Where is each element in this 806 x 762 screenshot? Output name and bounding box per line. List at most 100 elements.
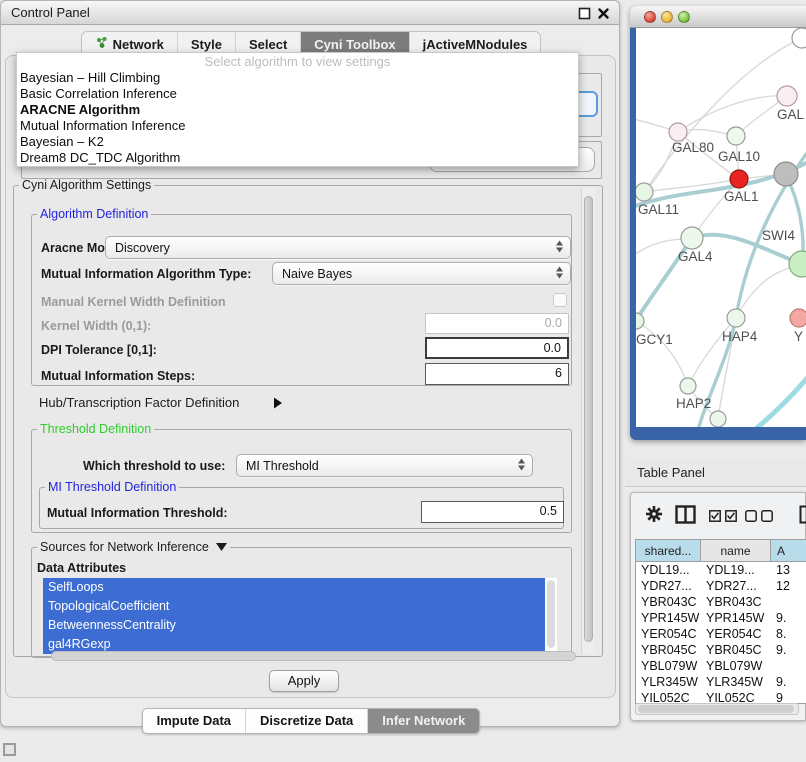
table-row[interactable]: YBR043CYBR043C xyxy=(636,594,806,610)
table-toolbar xyxy=(631,503,805,527)
node-salmon[interactable] xyxy=(790,309,806,327)
table-row[interactable]: YBR045CYBR045C9. xyxy=(636,642,806,658)
list-scrollbar-thumb[interactable] xyxy=(547,580,555,648)
combobox-stepper-icon xyxy=(555,265,564,282)
node-gal80[interactable] xyxy=(669,123,687,141)
table-row[interactable]: YDR27...YDR27...12 xyxy=(636,578,806,594)
table-row[interactable]: YDL19...YDL19...13 xyxy=(636,562,806,578)
algorithm-option[interactable]: Basic Correlation Inference xyxy=(17,86,578,102)
collapse-triangle-icon[interactable] xyxy=(216,540,227,554)
table-row[interactable]: YBL079WYBL079W xyxy=(636,658,806,674)
svg-text:GAL: GAL xyxy=(777,107,805,122)
combobox-stepper-icon xyxy=(555,239,564,256)
gear-icon[interactable] xyxy=(645,505,663,528)
float-window-icon[interactable] xyxy=(578,7,591,20)
table-horizontal-scrollbar[interactable] xyxy=(635,703,799,715)
threshold-definition-title: Threshold Definition xyxy=(37,422,154,436)
node-hap2[interactable] xyxy=(680,378,696,394)
node-gray[interactable] xyxy=(774,162,798,186)
aracne-mode-combobox[interactable]: Discovery xyxy=(105,236,571,259)
column-header-partial[interactable]: A xyxy=(771,540,806,561)
kernel-width-label: Kernel Width (0,1): xyxy=(41,319,151,333)
algorithm-dropdown-popup: Select algorithm to view settings Bayesi… xyxy=(16,52,579,167)
node-gcy1[interactable] xyxy=(636,313,644,329)
mi-algorithm-type-combobox[interactable]: Naive Bayes xyxy=(272,262,571,285)
algorithm-option[interactable]: Bayesian – K2 xyxy=(17,134,578,150)
algorithm-placeholder: Select algorithm to view settings xyxy=(17,53,578,70)
svg-text:GCY1: GCY1 xyxy=(636,332,673,347)
mac-zoom-button[interactable] xyxy=(678,11,690,23)
column-header-name[interactable]: name xyxy=(701,540,771,561)
tab-discretize-data[interactable]: Discretize Data xyxy=(245,709,367,733)
minimized-panel-icon[interactable] xyxy=(3,743,16,756)
network-canvas[interactable]: GAL GAL80 GAL10 GAL1 GAL11 GAL4 SWI4 HAP… xyxy=(636,28,806,427)
unchecked-pair-icon[interactable] xyxy=(745,509,773,527)
apply-button[interactable]: Apply xyxy=(269,670,339,692)
svg-text:HAP2: HAP2 xyxy=(676,396,711,411)
node-gal1[interactable] xyxy=(730,170,748,188)
table-body: YDL19...YDL19...13 YDR27...YDR27...12 YB… xyxy=(636,562,806,703)
mi-threshold-definition-title: MI Threshold Definition xyxy=(45,480,179,494)
tab-infer-network[interactable]: Infer Network xyxy=(367,709,479,733)
node-swi4[interactable] xyxy=(789,251,806,277)
checked-pair-icon[interactable] xyxy=(709,509,737,527)
algorithm-option[interactable]: Dream8 DC_TDC Algorithm xyxy=(17,150,578,166)
svg-text:GAL80: GAL80 xyxy=(672,140,714,155)
svg-text:GAL1: GAL1 xyxy=(724,189,759,204)
network-view-window: GAL GAL80 GAL10 GAL1 GAL11 GAL4 SWI4 HAP… xyxy=(630,6,806,440)
scrollbar-thumb[interactable] xyxy=(584,196,593,642)
attribute-item-selected[interactable]: SelfLoops xyxy=(43,578,545,597)
table-row[interactable]: YIL052CYIL052C9 xyxy=(636,690,806,703)
hub-expander-icon[interactable] xyxy=(273,396,282,414)
mutual-information-threshold-label: Mutual Information Threshold: xyxy=(47,506,228,520)
settings-group-title: Cyni Algorithm Settings xyxy=(19,178,154,192)
node-gal10[interactable] xyxy=(727,127,745,145)
network-graph: GAL GAL80 GAL10 GAL1 GAL11 GAL4 SWI4 HAP… xyxy=(636,28,806,427)
scrollbar-thumb[interactable] xyxy=(638,705,794,713)
node-gal[interactable] xyxy=(777,86,797,106)
node-table: shared... name A YDL19...YDL19...13 YDR2… xyxy=(635,539,806,704)
node[interactable] xyxy=(792,28,806,48)
cyni-bottom-tabbar: Impute Data Discretize Data Infer Networ… xyxy=(1,708,621,734)
node-gal11[interactable] xyxy=(636,183,653,201)
svg-text:SWI4: SWI4 xyxy=(762,228,795,243)
document-icon[interactable] xyxy=(799,505,806,529)
columns-icon[interactable] xyxy=(675,505,696,529)
network-tab-icon xyxy=(95,36,108,52)
attribute-item-selected[interactable]: BetweennessCentrality xyxy=(43,616,545,635)
network-edges-strong xyxy=(636,146,806,427)
manual-kernel-width-label: Manual Kernel Width Definition xyxy=(41,295,226,309)
svg-text:Y: Y xyxy=(794,329,803,344)
algorithm-option-selected[interactable]: ARACNE Algorithm xyxy=(17,102,578,118)
network-window-titlebar xyxy=(630,6,806,28)
mutual-information-threshold-field[interactable]: 0.5 xyxy=(421,501,564,523)
svg-text:HAP4: HAP4 xyxy=(722,329,758,344)
settings-horizontal-scrollbar[interactable] xyxy=(51,651,576,661)
close-icon[interactable] xyxy=(597,7,610,20)
attribute-item-selected[interactable]: TopologicalCoefficient xyxy=(43,597,545,616)
node[interactable] xyxy=(710,411,726,427)
control-panel-title: Control Panel xyxy=(11,5,90,20)
dpi-tolerance-field[interactable]: 0.0 xyxy=(425,337,569,359)
dpi-tolerance-label: DPI Tolerance [0,1]: xyxy=(41,343,157,357)
table-row[interactable]: YER054CYER054C8. xyxy=(636,626,806,642)
mi-steps-field[interactable]: 6 xyxy=(425,363,569,385)
manual-kernel-width-checkbox[interactable] xyxy=(553,293,567,307)
algorithm-option[interactable]: Bayesian – Hill Climbing xyxy=(17,70,578,86)
algorithm-definition-title: Algorithm Definition xyxy=(37,207,151,221)
which-threshold-combobox[interactable]: MI Threshold xyxy=(236,454,533,477)
mi-algorithm-type-label: Mutual Information Algorithm Type: xyxy=(41,267,251,281)
data-attributes-list[interactable]: SelfLoops TopologicalCoefficient Between… xyxy=(43,578,557,654)
table-panel-strip: Table Panel xyxy=(625,459,806,487)
mac-minimize-button[interactable] xyxy=(661,11,673,23)
mac-close-button[interactable] xyxy=(644,11,656,23)
node-gal4[interactable] xyxy=(681,227,703,249)
tab-impute-data[interactable]: Impute Data xyxy=(143,709,245,733)
table-row[interactable]: YLR345WYLR345W9. xyxy=(636,674,806,690)
kernel-width-field[interactable]: 0.0 xyxy=(425,313,569,334)
table-row[interactable]: YPR145WYPR145W9. xyxy=(636,610,806,626)
column-header-shared-name[interactable]: shared... xyxy=(636,540,701,561)
settings-vertical-scrollbar[interactable] xyxy=(581,188,595,654)
node-hap4[interactable] xyxy=(727,309,745,327)
algorithm-option[interactable]: Mutual Information Inference xyxy=(17,118,578,134)
